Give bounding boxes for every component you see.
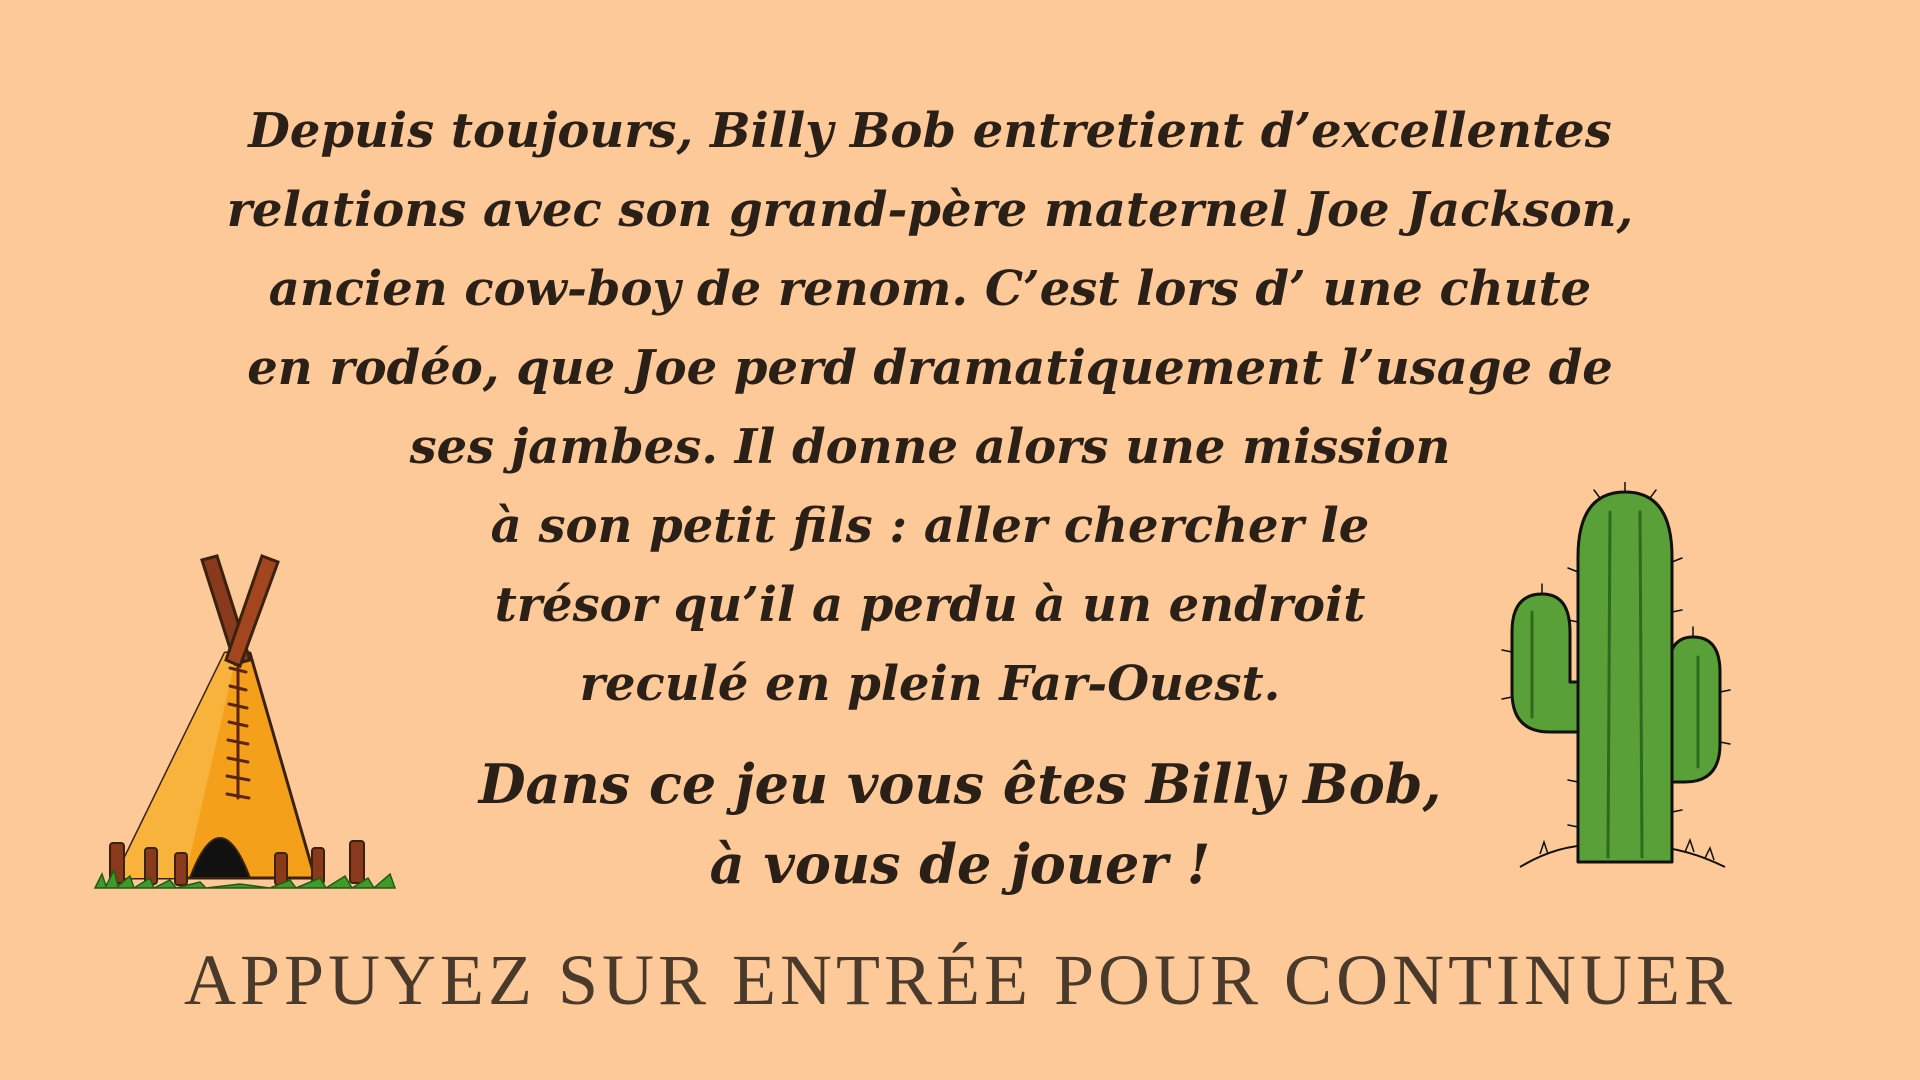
story-line: ancien cow-boy de renom. C’est lors d’ u… <box>268 261 1592 317</box>
cta-line: Dans ce jeu vous êtes Billy Bob, <box>478 752 1442 816</box>
cactus-icon <box>1501 482 1731 868</box>
call-to-action: Dans ce jeu vous êtes Billy Bob, à vous … <box>330 744 1590 904</box>
story-line: relations avec son grand-père maternel J… <box>226 182 1634 238</box>
cta-line: à vous de jouer ! <box>709 832 1211 896</box>
intro-screen: Depuis toujours, Billy Bob entretient d’… <box>0 0 1920 1080</box>
story-line: Depuis toujours, Billy Bob entretient d’… <box>248 103 1612 159</box>
press-enter-prompt[interactable]: APPUYEZ SUR ENTRÉE POUR CONTINUER <box>0 935 1920 1025</box>
story-line: en rodéo, que Joe perd dramatiquement l’… <box>247 340 1613 396</box>
story-line: ses jambes. Il donne alors une mission <box>409 419 1451 475</box>
teepee-icon <box>93 554 397 890</box>
